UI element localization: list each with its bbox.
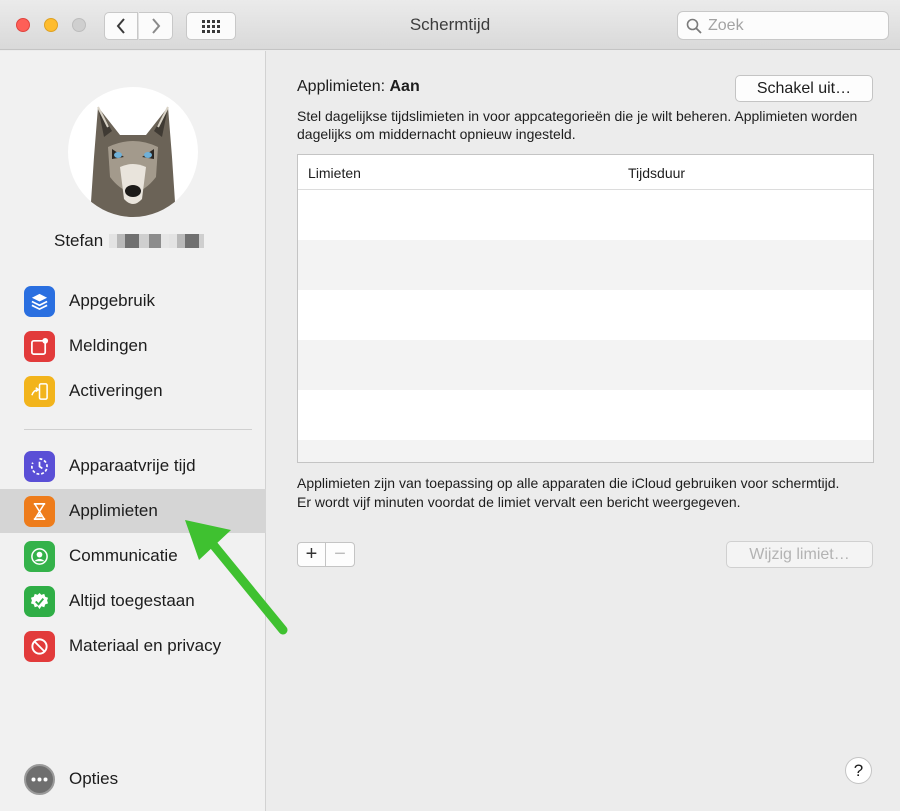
ellipsis-icon: [24, 763, 55, 795]
sidebar-item-activeringen[interactable]: Activeringen: [0, 369, 266, 413]
downtime-icon: [24, 450, 55, 482]
heading-status: Aan: [389, 78, 420, 95]
sidebar: Stefan Appgebruik Meldingen Activeringen…: [0, 51, 266, 811]
sidebar-item-label: Appgebruik: [69, 291, 156, 310]
sidebar-item-materiaal-en-privacy[interactable]: Materiaal en privacy: [0, 624, 266, 668]
edit-limit-button[interactable]: Wijzig limiet…: [726, 541, 873, 568]
sidebar-item-altijd-toegestaan[interactable]: Altijd toegestaan: [0, 579, 266, 623]
applimits-heading: Applimieten: Aan: [297, 78, 420, 96]
table-row: [298, 340, 873, 390]
table-row: [298, 440, 873, 462]
user-name: Stefan: [54, 231, 104, 250]
applimits-note: Applimieten zijn van toepassing op alle …: [297, 475, 840, 510]
options-button[interactable]: Opties: [0, 759, 266, 799]
sidebar-item-label: Apparaatvrije tijd: [69, 456, 196, 475]
add-limit-button[interactable]: +: [298, 543, 327, 566]
wolf-avatar-icon: [68, 87, 198, 217]
table-row: [298, 390, 873, 440]
title-bar: Schermtijd: [0, 0, 900, 50]
user-name-row: Stefan: [54, 231, 205, 251]
table-header: Limieten Tijdsduur: [298, 155, 873, 190]
hourglass-icon: [24, 495, 55, 527]
column-header-duration[interactable]: Tijdsduur: [628, 165, 685, 181]
table-row: [298, 290, 873, 340]
options-label: Opties: [69, 769, 119, 788]
layers-icon: [24, 285, 55, 317]
sidebar-item-label: Activeringen: [69, 381, 163, 400]
sidebar-item-label: Communicatie: [69, 546, 178, 565]
search-icon: [686, 18, 702, 34]
notification-icon: [24, 330, 55, 362]
sidebar-divider: [24, 429, 252, 430]
restriction-icon: [24, 630, 55, 662]
search-input[interactable]: [708, 16, 878, 35]
add-remove-control: + −: [297, 542, 355, 567]
pickup-icon: [24, 375, 55, 407]
help-button[interactable]: ?: [845, 757, 872, 784]
sidebar-item-applimieten[interactable]: Applimieten: [0, 489, 266, 533]
sidebar-item-label: Materiaal en privacy: [69, 636, 222, 655]
remove-limit-button[interactable]: −: [326, 543, 354, 566]
sidebar-item-meldingen[interactable]: Meldingen: [0, 324, 266, 368]
main-pane: Applimieten: Aan Schakel uit… Stel dagel…: [267, 51, 900, 811]
table-row: [298, 190, 873, 240]
table-row: [298, 240, 873, 290]
sidebar-item-label: Applimieten: [69, 501, 158, 520]
sidebar-item-communicatie[interactable]: Communicatie: [0, 534, 266, 578]
column-header-limits[interactable]: Limieten: [308, 165, 361, 181]
avatar[interactable]: [68, 87, 198, 217]
applimits-description: Stel dagelijkse tijdslimieten in voor ap…: [297, 108, 858, 142]
sidebar-item-apparaatvrije-tijd[interactable]: Apparaatvrije tijd: [0, 444, 266, 488]
sidebar-item-label: Altijd toegestaan: [69, 591, 195, 610]
sidebar-item-label: Meldingen: [69, 336, 148, 355]
contact-icon: [24, 540, 55, 572]
checkmark-icon: [24, 585, 55, 617]
limits-table[interactable]: Limieten Tijdsduur: [297, 154, 874, 463]
heading-prefix: Applimieten:: [297, 78, 386, 95]
sidebar-item-appgebruik[interactable]: Appgebruik: [0, 279, 266, 323]
search-field[interactable]: [677, 11, 889, 40]
disable-applimits-button[interactable]: Schakel uit…: [735, 75, 873, 102]
redacted-surname: [109, 234, 205, 248]
